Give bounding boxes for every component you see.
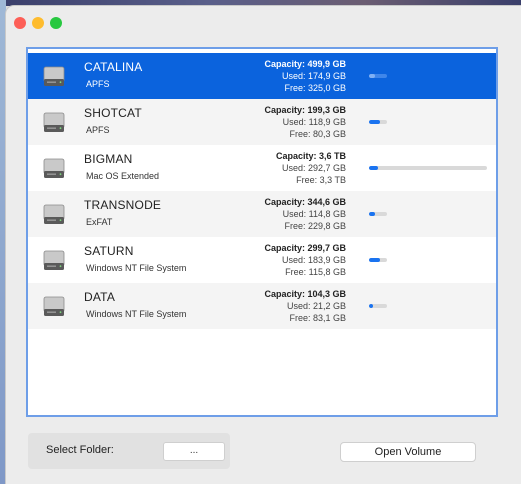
usage-bar xyxy=(369,120,387,124)
zoom-window-button[interactable] xyxy=(50,17,62,29)
volume-capacity-info: Capacity: 104,3 GB Used: 21,2 GB Free: 83,… xyxy=(264,288,346,324)
volume-filesystem: Windows NT File System xyxy=(86,309,187,319)
capacity-text: Capacity: 344,6 GB xyxy=(264,197,346,207)
hard-drive-icon xyxy=(43,250,65,270)
select-folder-group: Select Folder: ... xyxy=(28,433,230,469)
capacity-text: Capacity: 199,3 GB xyxy=(264,105,346,115)
volume-filesystem: ExFAT xyxy=(86,217,113,227)
hard-drive-icon xyxy=(43,66,65,86)
hard-drive-icon xyxy=(43,112,65,132)
usage-bar xyxy=(369,258,387,262)
usage-bar-fill xyxy=(369,166,378,170)
volume-capacity-info: Capacity: 499,9 GB Used: 174,9 GB Free: 32… xyxy=(264,58,346,94)
minimize-window-button[interactable] xyxy=(32,17,44,29)
used-text: Used: 21,2 GB xyxy=(286,301,346,311)
volume-capacity-info: Capacity: 299,7 GB Used: 183,9 GB Free: 11… xyxy=(264,242,346,278)
app-window: CATALINA APFS Capacity: 499,9 GB Used: 174,… xyxy=(6,6,521,484)
volume-filesystem: APFS xyxy=(86,79,110,89)
title-bar xyxy=(6,6,521,38)
used-text: Used: 118,9 GB xyxy=(282,117,346,127)
volume-name: SHOTCAT xyxy=(84,106,142,120)
volume-name: SATURN xyxy=(84,244,134,258)
volume-row[interactable]: SHOTCAT APFS Capacity: 199,3 GB Used: 118,9… xyxy=(28,99,496,145)
close-window-button[interactable] xyxy=(14,17,26,29)
free-text: Free: 80,3 GB xyxy=(289,129,346,139)
usage-bar-fill xyxy=(369,120,380,124)
free-text: Free: 83,1 GB xyxy=(289,313,346,323)
volume-name: DATA xyxy=(84,290,116,304)
usage-bar xyxy=(369,304,387,308)
capacity-text: Capacity: 499,9 GB xyxy=(264,59,346,69)
free-text: Free: 229,8 GB xyxy=(284,221,346,231)
usage-bar xyxy=(369,166,487,170)
volume-row[interactable]: SATURN Windows NT File System Capacity: 29… xyxy=(28,237,496,283)
usage-bar-fill xyxy=(369,258,380,262)
used-text: Used: 292,7 GB xyxy=(281,163,346,173)
free-text: Free: 325,0 GB xyxy=(284,83,346,93)
select-folder-label: Select Folder: xyxy=(46,444,114,456)
usage-bar-fill xyxy=(369,74,375,78)
volume-row[interactable]: BIGMAN Mac OS Extended Capacity: 3,6 TB Use… xyxy=(28,145,496,191)
volume-capacity-info: Capacity: 3,6 TB Used: 292,7 GB Free: 3,3 … xyxy=(276,150,346,186)
volume-filesystem: APFS xyxy=(86,125,110,135)
volume-name: BIGMAN xyxy=(84,152,133,166)
usage-bar-fill xyxy=(369,304,373,308)
volume-list[interactable]: CATALINA APFS Capacity: 499,9 GB Used: 174,… xyxy=(26,47,498,417)
volume-filesystem: Windows NT File System xyxy=(86,263,187,273)
usage-bar-fill xyxy=(369,212,375,216)
usage-bar xyxy=(369,74,387,78)
volume-row[interactable]: TRANSNODE ExFAT Capacity: 344,6 GB Used: 11… xyxy=(28,191,496,237)
volume-filesystem: Mac OS Extended xyxy=(86,171,160,181)
hard-drive-icon xyxy=(43,158,65,178)
volume-capacity-info: Capacity: 199,3 GB Used: 118,9 GB Free: 80… xyxy=(264,104,346,140)
capacity-text: Capacity: 104,3 GB xyxy=(264,289,346,299)
volume-row[interactable]: DATA Windows NT File System Capacity: 104,… xyxy=(28,283,496,329)
capacity-text: Capacity: 3,6 TB xyxy=(275,151,346,161)
volume-name: CATALINA xyxy=(84,60,143,74)
volume-capacity-info: Capacity: 344,6 GB Used: 114,8 GB Free: 22… xyxy=(264,196,346,232)
volume-row[interactable]: CATALINA APFS Capacity: 499,9 GB Used: 174,… xyxy=(28,53,496,99)
volume-name: TRANSNODE xyxy=(84,198,162,212)
hard-drive-icon xyxy=(43,204,65,224)
choose-folder-button[interactable]: ... xyxy=(163,442,225,461)
free-text: Free: 115,8 GB xyxy=(285,267,346,277)
usage-bar xyxy=(369,212,387,216)
open-volume-button[interactable]: Open Volume xyxy=(340,442,476,462)
used-text: Used: 114,8 GB xyxy=(282,209,346,219)
free-text: Free: 3,3 TB xyxy=(296,175,346,185)
capacity-text: Capacity: 299,7 GB xyxy=(264,243,346,253)
used-text: Used: 174,9 GB xyxy=(281,71,346,81)
hard-drive-icon xyxy=(43,296,65,316)
used-text: Used: 183,9 GB xyxy=(281,255,346,265)
